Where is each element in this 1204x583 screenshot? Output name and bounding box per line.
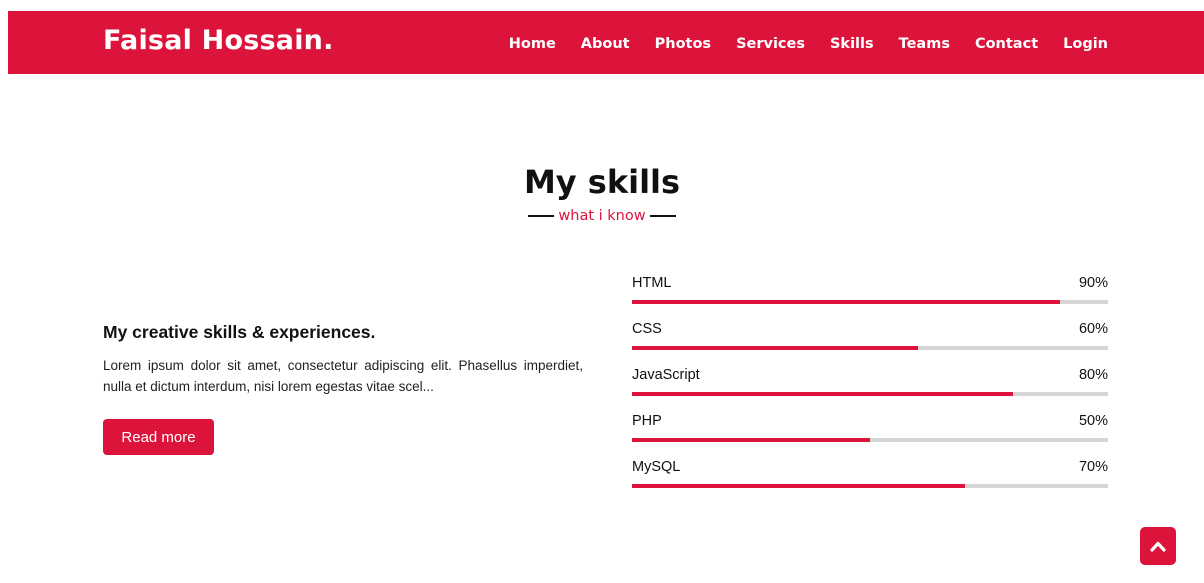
- navbar: Faisal Hossain. Home About Photos Servic…: [8, 11, 1204, 74]
- section-title: My skills: [523, 163, 681, 201]
- skill-track: [632, 438, 1108, 442]
- scroll-top-button[interactable]: [1140, 527, 1176, 565]
- section-subtitle: what i know: [0, 208, 1204, 224]
- nav-link-about[interactable]: About: [581, 36, 630, 52]
- skill-track: [632, 300, 1108, 304]
- skill-info: HTML 90%: [632, 275, 1108, 297]
- skill-fill: [632, 300, 1061, 304]
- skill-bar-mysql: MySQL 70%: [632, 459, 1108, 505]
- skills-intro-heading: My creative skills & experiences.: [103, 322, 376, 342]
- nav-item-photos: Photos: [655, 33, 711, 52]
- chevron-up-icon: [1150, 541, 1166, 552]
- site-logo[interactable]: Faisal Hossain.: [103, 25, 334, 56]
- skill-track: [632, 484, 1108, 488]
- nav-link-login[interactable]: Login: [1063, 36, 1108, 52]
- subtitle-dash-left: [528, 215, 555, 217]
- subtitle-text: what i know: [558, 208, 646, 224]
- nav-menu: Home About Photos Services Skills Teams …: [484, 33, 1108, 52]
- nav-link-teams[interactable]: Teams: [899, 36, 950, 52]
- nav-item-login: Login: [1063, 33, 1108, 52]
- skill-fill: [632, 484, 966, 488]
- skill-bar-css: CSS 60%: [632, 321, 1108, 367]
- skill-track: [632, 346, 1108, 350]
- nav-link-home[interactable]: Home: [509, 36, 556, 52]
- skill-bar-javascript: JavaScript 80%: [632, 367, 1108, 413]
- skill-fill: [632, 392, 1013, 396]
- skill-fill: [632, 438, 870, 442]
- skill-info: PHP 50%: [632, 413, 1108, 435]
- skill-info: JavaScript 80%: [632, 367, 1108, 389]
- skill-name: HTML: [632, 275, 672, 291]
- skills-intro: My creative skills & experiences. Lorem …: [103, 322, 583, 455]
- skill-info: MySQL 70%: [632, 459, 1108, 481]
- nav-link-photos[interactable]: Photos: [655, 36, 711, 52]
- nav-item-contact: Contact: [975, 33, 1038, 52]
- skill-name: CSS: [632, 321, 662, 337]
- nav-item-home: Home: [509, 33, 556, 52]
- skill-percent: 90%: [1078, 275, 1108, 291]
- nav-item-skills: Skills: [830, 33, 874, 52]
- skill-info: CSS 60%: [632, 321, 1108, 343]
- skill-bars: HTML 90% CSS 60% JavaScript 80% PHP 50% …: [632, 275, 1108, 505]
- skill-percent: 50%: [1078, 413, 1108, 429]
- skill-name: JavaScript: [632, 367, 700, 383]
- skill-percent: 80%: [1078, 367, 1108, 383]
- subtitle-dash-right: [649, 215, 676, 217]
- skill-name: MySQL: [632, 459, 681, 475]
- nav-item-about: About: [581, 33, 630, 52]
- skill-bar-html: HTML 90%: [632, 275, 1108, 321]
- nav-link-skills[interactable]: Skills: [830, 36, 874, 52]
- skill-bar-php: PHP 50%: [632, 413, 1108, 459]
- skill-name: PHP: [632, 413, 662, 429]
- skills-intro-text: Lorem ipsum dolor sit amet, consectetur …: [103, 358, 583, 394]
- read-more-button[interactable]: Read more: [103, 419, 214, 455]
- nav-link-services[interactable]: Services: [736, 36, 805, 52]
- nav-link-contact[interactable]: Contact: [975, 36, 1038, 52]
- skill-percent: 60%: [1078, 321, 1108, 337]
- nav-item-teams: Teams: [899, 33, 950, 52]
- skill-fill: [632, 346, 918, 350]
- skill-percent: 70%: [1078, 459, 1108, 475]
- nav-item-services: Services: [736, 33, 805, 52]
- skill-track: [632, 392, 1108, 396]
